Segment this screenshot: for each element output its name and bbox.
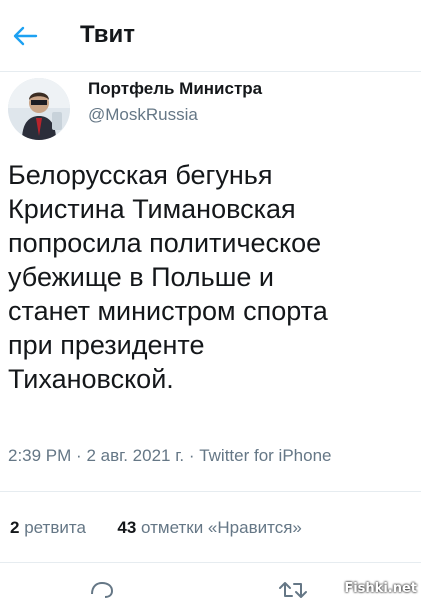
likes-stat[interactable]: 43 отметки «Нравится» xyxy=(117,518,301,537)
arrow-left-icon xyxy=(13,26,38,46)
retweets-stat[interactable]: 2 ретвита xyxy=(10,518,91,537)
author-handle: @MoskRussia xyxy=(88,105,198,124)
retweets-label: ретвита xyxy=(24,518,86,537)
page-title: Твит xyxy=(80,21,136,48)
reply-button[interactable] xyxy=(88,580,116,605)
likes-label: отметки «Нравится» xyxy=(141,518,302,537)
meta-separator: · xyxy=(188,446,200,465)
meta-separator: · xyxy=(76,446,87,465)
tweet-stats: 2 ретвита 43 отметки «Нравится» xyxy=(10,518,302,538)
likes-count: 43 xyxy=(117,518,137,537)
author-name[interactable]: Портфель Министра xyxy=(88,79,262,99)
tweet-meta: 2:39 PM · 2 авг. 2021 г. · Twitter for i… xyxy=(8,446,331,466)
tweet-date: 2 авг. 2021 г. xyxy=(86,446,185,465)
reply-icon xyxy=(91,581,114,598)
divider xyxy=(0,562,421,563)
avatar[interactable] xyxy=(8,78,70,140)
retweets-count: 2 xyxy=(10,518,20,537)
watermark: Fishki.net xyxy=(344,581,417,596)
divider xyxy=(0,491,421,492)
retweet-icon xyxy=(279,582,307,598)
header-bar: Твит xyxy=(0,0,421,72)
tweet-source-link[interactable]: Twitter for iPhone xyxy=(199,446,331,465)
back-button[interactable] xyxy=(10,22,40,50)
tweet-time: 2:39 PM xyxy=(8,446,72,465)
retweet-button[interactable] xyxy=(278,580,308,605)
tweet-text: Белорусская бегунья Кристина Тимановская… xyxy=(8,160,328,394)
